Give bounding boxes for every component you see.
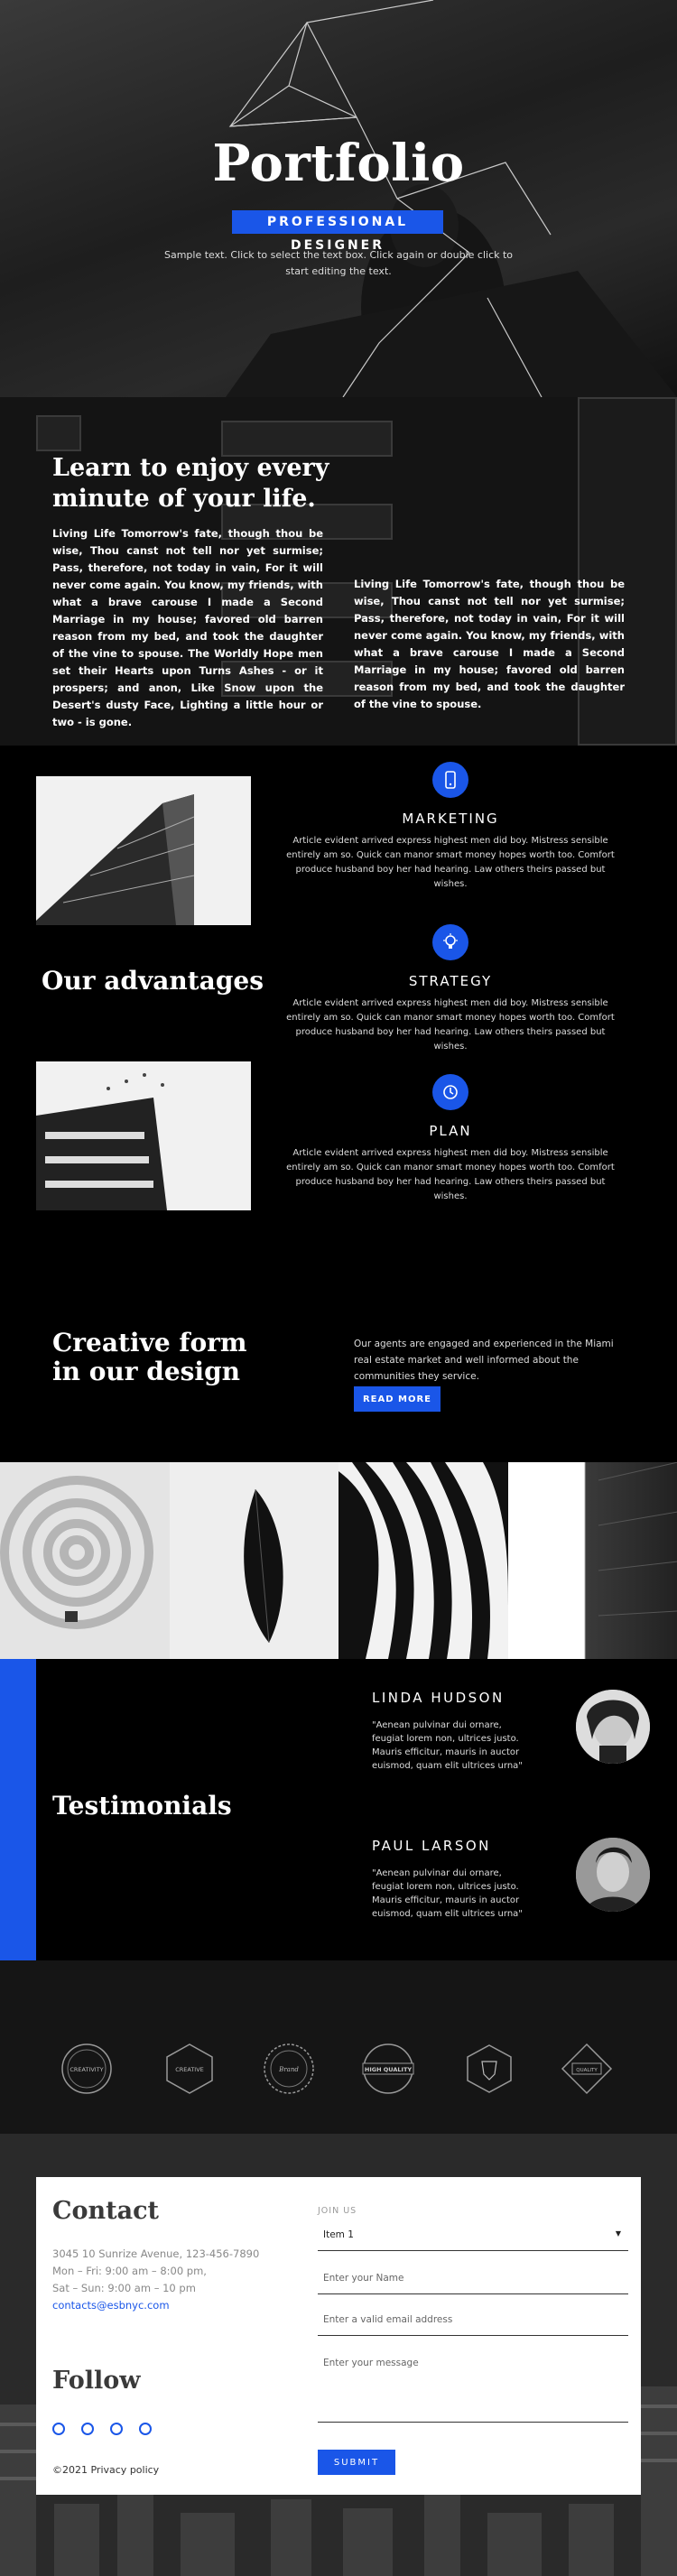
name-field[interactable]: Enter your Name (318, 2273, 628, 2294)
building-photo-1 (36, 776, 251, 925)
follow-heading: Follow (52, 2367, 140, 2395)
message-placeholder: Enter your message (323, 2358, 419, 2368)
quality-badge-logo: QUALITY (560, 2042, 614, 2096)
feature-plan: PLAN Article evident arrived express hig… (278, 1074, 623, 1204)
clock-icon (432, 1074, 468, 1110)
learn-text-column-1: Living Life Tomorrow's fate, though thou… (52, 525, 323, 731)
accent-bar (0, 1659, 36, 1960)
feature-title: PLAN (278, 1123, 623, 1139)
email-field[interactable]: Enter a valid email address (318, 2314, 628, 2336)
feature-title: MARKETING (278, 811, 623, 827)
testimonials-heading: Testimonials (52, 1791, 232, 1821)
creative-section: Creative form in our design Our agents a… (0, 1283, 677, 1462)
linkedin-icon[interactable] (139, 2423, 152, 2435)
brand-badge-logo: Brand (262, 2042, 316, 2096)
building-window (36, 415, 81, 451)
creative-badge-logo: CREATIVE (162, 2042, 217, 2096)
submit-button[interactable]: SUBMIT (318, 2450, 395, 2475)
hero-section: Portfolio PROFESSIONAL DESIGNER Sample t… (0, 0, 677, 397)
creative-text: Our agents are engaged and experienced i… (354, 1336, 625, 1385)
hero-hint-text[interactable]: Sample text. Click to select the text bo… (162, 247, 515, 280)
feature-marketing: MARKETING Article evident arrived expres… (278, 762, 623, 892)
avatar (576, 1690, 650, 1764)
hero-title: Portfolio (0, 134, 677, 193)
contact-card: Contact 3045 10 Sunrize Avenue, 123-456-… (36, 2177, 641, 2495)
feature-text: Article evident arrived express highest … (278, 834, 623, 892)
svg-text:QUALITY: QUALITY (576, 2068, 598, 2073)
person-quote: "Aenean pulvinar dui ornare, feugiat lor… (372, 1719, 525, 1773)
chevron-down-icon: ▼ (616, 2229, 621, 2250)
testimonials-section: Testimonials LINDA HUDSON "Aenean pulvin… (0, 1659, 677, 1960)
email-placeholder: Enter a valid email address (323, 2314, 452, 2325)
feature-text: Article evident arrived express highest … (278, 996, 623, 1054)
hero-background-image (0, 0, 677, 397)
gallery-section (0, 1462, 677, 1659)
advantages-section: Our advantages MARKETING Article evident… (0, 746, 677, 1283)
contact-address: 3045 10 Sunrize Avenue, 123-456-7890 (52, 2246, 259, 2263)
svg-text:Brand: Brand (278, 2066, 299, 2073)
contact-hours-weekend: Sat – Sun: 9:00 am – 10 pm (52, 2280, 259, 2297)
creative-heading: Creative form in our design (52, 1329, 269, 1386)
gallery-architecture-image (508, 1462, 677, 1659)
twitter-icon[interactable] (81, 2423, 94, 2435)
copyright-text[interactable]: ©2021 Privacy policy (52, 2464, 159, 2476)
avatar (576, 1838, 650, 1912)
svg-text:HIGH QUALITY: HIGH QUALITY (365, 2066, 413, 2073)
learn-text-column-2: Living Life Tomorrow's fate, though thou… (354, 576, 625, 713)
person-quote: "Aenean pulvinar dui ornare, feugiat lor… (372, 1867, 525, 1921)
logos-section: CREATIVITY CREATIVE Brand HIGH QUALITY Q… (0, 1960, 677, 2134)
shield-badge-logo (462, 2042, 516, 2096)
high-quality-badge-logo: HIGH QUALITY (361, 2042, 415, 2096)
name-placeholder: Enter your Name (323, 2273, 403, 2284)
creativity-badge-logo: CREATIVITY (60, 2042, 114, 2096)
advantages-heading: Our advantages (42, 966, 264, 996)
instagram-icon[interactable] (110, 2423, 123, 2435)
contact-section: Contact 3045 10 Sunrize Avenue, 123-456-… (0, 2134, 677, 2576)
item-select[interactable]: Item 1 ▼ (318, 2229, 628, 2251)
testimonial-paul: PAUL LARSON "Aenean pulvinar dui ornare,… (372, 1838, 652, 1921)
building-photo-2 (36, 1061, 251, 1210)
svg-text:CREATIVITY: CREATIVITY (70, 2066, 103, 2073)
svg-text:CREATIVE: CREATIVE (175, 2066, 204, 2073)
feature-text: Article evident arrived express highest … (278, 1146, 623, 1204)
join-us-label: JOIN US (318, 2206, 357, 2216)
select-value: Item 1 (323, 2229, 354, 2250)
building-window (221, 421, 393, 457)
mobile-icon (432, 762, 468, 798)
facebook-icon[interactable] (52, 2423, 65, 2435)
contact-info: 3045 10 Sunrize Avenue, 123-456-7890 Mon… (52, 2246, 259, 2314)
feature-title: STRATEGY (278, 973, 623, 989)
gallery-spiral-image (0, 1462, 170, 1659)
gallery-feather-image (170, 1462, 339, 1659)
social-icons (52, 2423, 152, 2435)
feature-strategy: STRATEGY Article evident arrived express… (278, 924, 623, 1054)
gallery-zebra-image (338, 1462, 508, 1659)
message-field[interactable]: Enter your message (318, 2358, 628, 2423)
contact-heading: Contact (52, 2197, 159, 2225)
testimonial-linda: LINDA HUDSON "Aenean pulvinar dui ornare… (372, 1690, 652, 1773)
learn-section: Learn to enjoy every minute of your life… (0, 397, 677, 746)
learn-heading: Learn to enjoy every minute of your life… (52, 453, 341, 514)
read-more-button[interactable]: READ MORE (354, 1386, 441, 1412)
contact-email-link[interactable]: contacts@esbnyc.com (52, 2297, 259, 2314)
contact-hours-weekday: Mon – Fri: 9:00 am – 8:00 pm, (52, 2263, 259, 2280)
hero-badge: PROFESSIONAL DESIGNER (232, 210, 443, 234)
lightbulb-icon (432, 924, 468, 960)
